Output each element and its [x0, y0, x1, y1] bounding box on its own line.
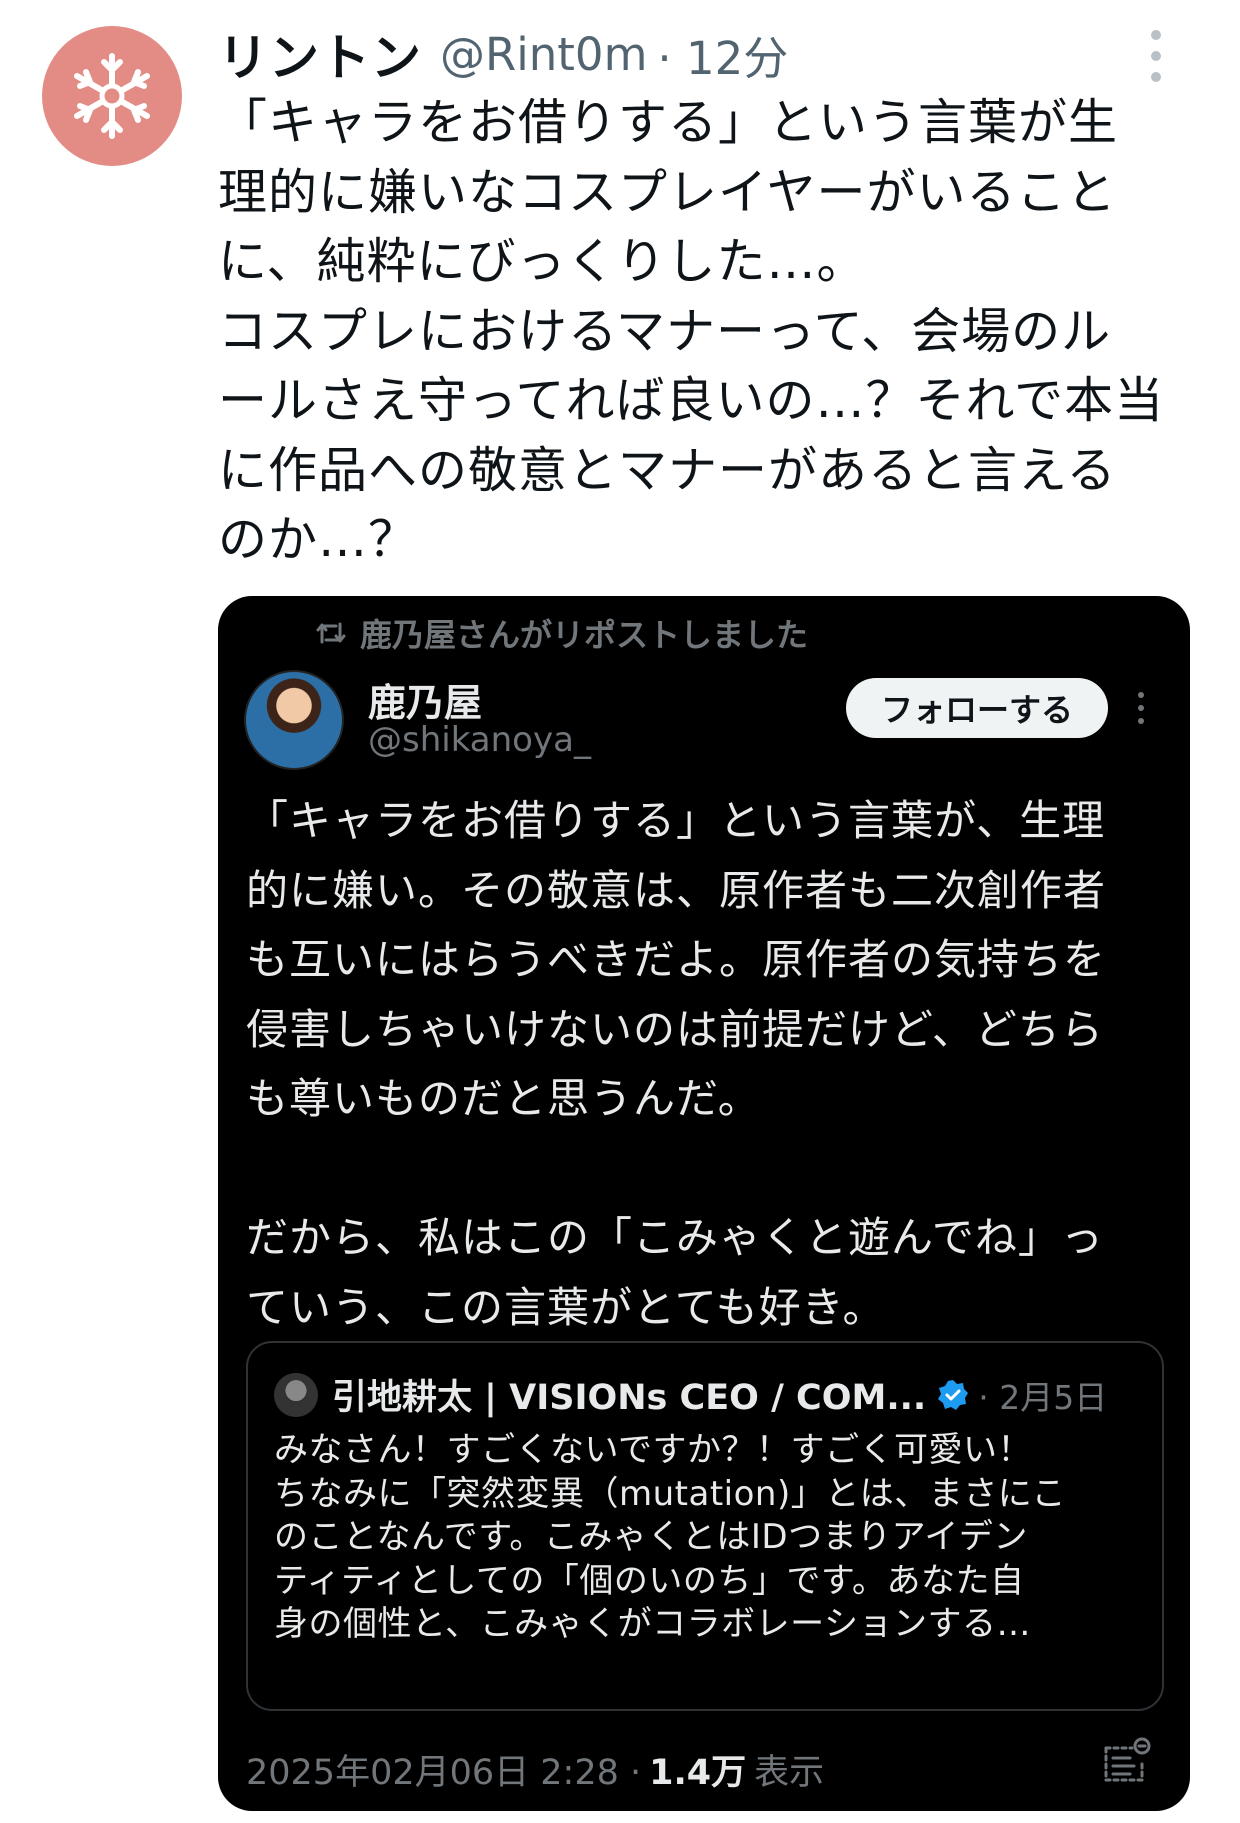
quoted-body-line: 侵害しちゃいけないのは前提だけど、どちら — [246, 1004, 1104, 1054]
snowflake-emblem-icon — [74, 53, 150, 139]
more-options-icon[interactable] — [1136, 688, 1146, 728]
quoted-avatar[interactable] — [244, 670, 344, 770]
tweet-body-line: のか…？ — [218, 511, 419, 568]
post-footer: 2025年02月06日 2:28 · 1.4万 表示 — [246, 1744, 824, 1795]
post-timestamp[interactable]: 2025年02月06日 2:28 · — [246, 1744, 641, 1795]
embedded-body-line: ティティとしての「個のいのち」です。あなた自 — [274, 1560, 1025, 1601]
embedded-body-line: のことなんです。こみゃくとはIDつまりアイデン — [274, 1517, 1028, 1557]
tweet-body-line: に、純粋にびっくりした…。 — [218, 233, 867, 290]
notes-icon[interactable] — [1100, 1736, 1152, 1788]
tweet-body-line: 理的に嫌いなコスプレイヤーがいること — [218, 163, 1117, 221]
tweet-body-line: 「キャラをお借りする」という言葉が生 — [218, 94, 1119, 151]
quoted-post-card[interactable]: 鹿乃屋さんがリポストしました 鹿乃屋 @shikanoya_ フォローする 「キ… — [218, 596, 1190, 1811]
tweet-body: 「キャラをお借りする」という言葉が生 理的に嫌いなコスプレイヤーがいること に、… — [218, 88, 1218, 575]
embedded-date[interactable]: · 2月5日 — [978, 1371, 1107, 1419]
quoted-body-line: だから、私はこの「こみゃくと遊んでね」っ — [246, 1213, 1104, 1262]
embedded-body-line: ちなみに「突然変異（mutation)」とは、まさにこ — [274, 1473, 1067, 1514]
user-avatar[interactable] — [42, 26, 182, 166]
tweet-header: リントン @Rint0m · 12分 — [218, 20, 788, 88]
embedded-avatar[interactable] — [274, 1372, 318, 1417]
quoted-body-line: も尊いものだと思うんだ。 — [246, 1074, 761, 1123]
quoted-body-line: 「キャラをお借りする」という言葉が、生理 — [246, 796, 1106, 845]
author-name[interactable]: リントン — [218, 18, 422, 90]
author-handle[interactable]: @Rint0m — [440, 28, 647, 81]
verified-badge-icon — [938, 1379, 969, 1410]
quoted-author-handle[interactable]: @shikanoya_ — [368, 720, 591, 760]
repost-indicator: 鹿乃屋さんがリポストしました — [316, 610, 808, 656]
repost-label: 鹿乃屋さんがリポストしました — [360, 616, 809, 654]
quoted-author-name[interactable]: 鹿乃屋 — [368, 672, 482, 727]
embedded-quote-card[interactable]: 引地耕太 | VISIONs CEO / COM... · 2月5日 みなさん！… — [246, 1341, 1164, 1711]
follow-button[interactable]: フォローする — [846, 678, 1108, 738]
tweet-body-line: ールさえ守ってれば良いの…？それで本当 — [218, 372, 1165, 429]
embedded-body: みなさん！すごくないですか？！すごく可愛い！ ちなみに「突然変異（mutatio… — [274, 1429, 1154, 1647]
quoted-body-line: も互いにはらうべきだよ。原作者の気持ちを — [246, 935, 1107, 984]
tweet-body-line: に作品への敬意とマナーがあると言える — [218, 441, 1117, 499]
embedded-body-line: みなさん！すごくないですか？！すごく可愛い！ — [274, 1430, 1032, 1470]
quoted-body: 「キャラをお借りする」という言葉が、生理 的に嫌い。その敬意は、原作者も二次創作… — [246, 786, 1176, 1342]
embedded-author-name[interactable]: 引地耕太 | VISIONs CEO / COM... — [332, 1369, 926, 1420]
tweet-body-line: コスプレにおけるマナーって、会場のル — [218, 302, 1112, 360]
embedded-body-line: 身の個性と、こみゃくがコラボレーションする… — [274, 1604, 1031, 1644]
views-label: 表示 — [754, 1753, 825, 1793]
quoted-body-line — [246, 1134, 1176, 1204]
repost-icon — [316, 622, 346, 644]
quoted-body-line: ていう、この言葉がとても好き。 — [246, 1282, 886, 1332]
embedded-header: 引地耕太 | VISIONs CEO / COM... · 2月5日 — [274, 1369, 1107, 1420]
quoted-body-line: 的に嫌い。その敬意は、原作者も二次創作者 — [246, 865, 1107, 915]
tweet-time[interactable]: · 12分 — [657, 22, 788, 87]
more-options-icon[interactable] — [1143, 26, 1169, 86]
views-count: 1.4万 — [649, 1753, 747, 1793]
